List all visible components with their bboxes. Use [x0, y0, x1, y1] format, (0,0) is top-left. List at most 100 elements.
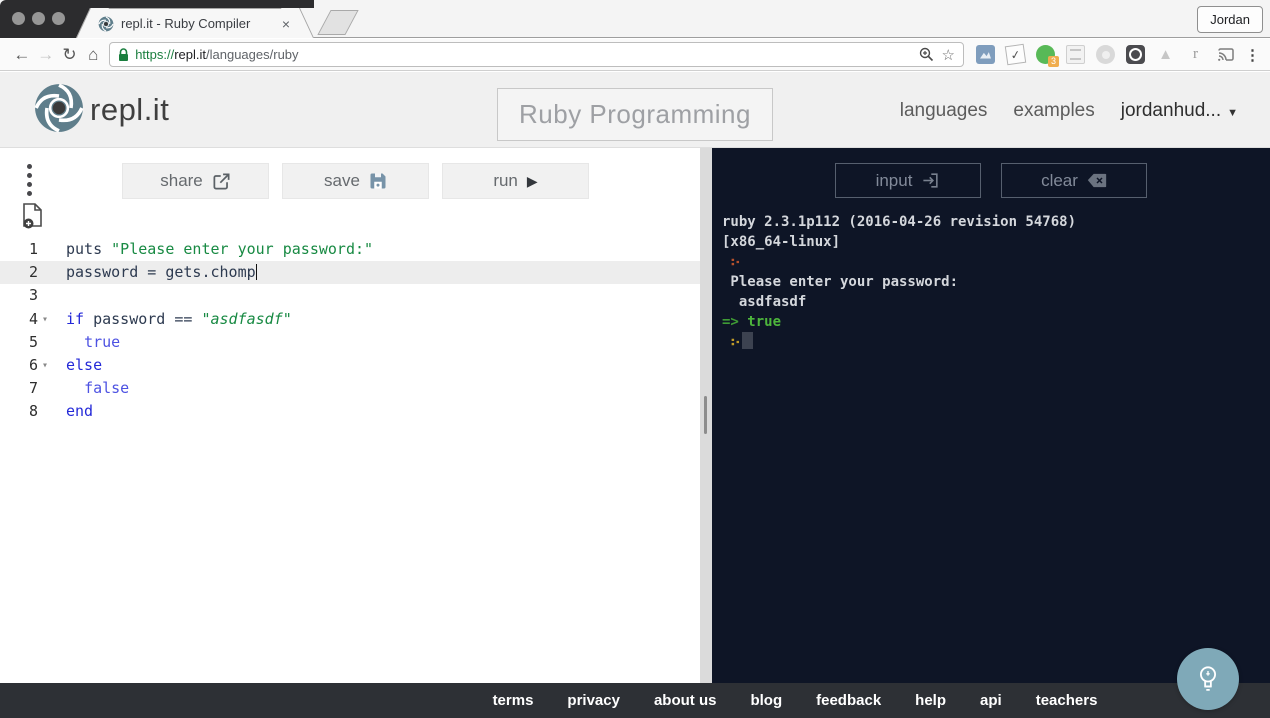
save-icon	[370, 173, 386, 189]
footer-link-about-us[interactable]: about us	[654, 692, 717, 709]
code-text: false	[84, 379, 130, 398]
nav-user-label: jordanhud...	[1120, 100, 1222, 121]
code-line[interactable]: 2 password = gets.chomp	[0, 261, 700, 285]
run-button[interactable]: run ▶	[442, 163, 589, 199]
input-button-label: input	[875, 170, 913, 190]
footer-link-privacy[interactable]: privacy	[567, 692, 620, 709]
footer-link-api[interactable]: api	[980, 692, 1002, 709]
gutter-spacer	[38, 400, 52, 423]
replit-logo-icon[interactable]	[33, 82, 85, 134]
code-editor[interactable]: 1 puts "Please enter your password:" 2 pass…	[0, 238, 700, 424]
browser-tab-strip: repl.it - Ruby Compiler × Jordan	[0, 0, 1270, 38]
code-line[interactable]: 6 ▾ else	[0, 354, 700, 377]
browser-profile-button[interactable]: Jordan	[1197, 6, 1263, 33]
site-nav: languages examples jordanhud... ▼	[900, 100, 1238, 122]
clear-button-label: clear	[1041, 170, 1078, 190]
fold-arrow-icon[interactable]: ▾	[38, 354, 52, 377]
replit-favicon-icon	[98, 15, 114, 32]
check-extension-icon[interactable]: ✓	[1004, 43, 1027, 66]
url-domain: repl.it	[174, 47, 207, 62]
console-pane: input clear ruby 2.3.1p112 (2016-04-26 r…	[712, 148, 1270, 683]
zoom-page-icon[interactable]	[919, 47, 934, 62]
footer-link-feedback[interactable]: feedback	[816, 692, 881, 709]
play-icon: ▶	[526, 172, 538, 189]
gutter-spacer	[38, 377, 52, 400]
console-line: ruby 2.3.1p112 (2016-04-26 revision 5476…	[722, 214, 1077, 230]
editor-buttons: share save run ▶	[122, 163, 589, 199]
code-line[interactable]: 4 ▾ if password == "asdfasdf"	[0, 308, 700, 331]
tab-title: repl.it - Ruby Compiler	[121, 16, 251, 31]
console-line[interactable]: ∴	[722, 332, 1270, 352]
gutter-spacer	[38, 284, 52, 307]
nav-languages[interactable]: languages	[900, 100, 988, 122]
editor-menu-icon[interactable]	[27, 164, 32, 196]
gutter-spacer	[38, 238, 52, 261]
line-number: 4	[28, 309, 38, 328]
console-output: ruby 2.3.1p112 (2016-04-26 revision 5476…	[712, 212, 1270, 352]
address-bar[interactable]: https://repl.it/languages/ruby ☆	[109, 42, 964, 67]
nav-examples[interactable]: examples	[1013, 100, 1094, 122]
new-tab-button[interactable]	[317, 10, 359, 35]
forward-icon: →	[37, 44, 55, 64]
extension-badge: 3	[1047, 56, 1059, 67]
save-button[interactable]: save	[282, 163, 429, 199]
code-text: else	[66, 355, 103, 374]
browser-menu-icon[interactable]: ⋮	[1245, 46, 1260, 64]
editor-scrollbar-handle[interactable]	[704, 396, 707, 434]
window-zoom-button[interactable]	[52, 12, 65, 25]
browser-tab[interactable]: repl.it - Ruby Compiler ×	[92, 8, 298, 38]
new-file-icon[interactable]	[22, 203, 44, 234]
share-button[interactable]: share	[122, 163, 269, 199]
refresh-icon[interactable]: ↻	[58, 45, 82, 65]
console-buttons: input clear	[712, 163, 1270, 198]
save-button-label: save	[324, 171, 360, 190]
home-icon[interactable]: ⌂	[81, 45, 105, 65]
url-path: /languages/ruby	[206, 47, 299, 62]
code-text: puts "Please enter your password:"	[66, 240, 374, 258]
input-button[interactable]: input	[835, 163, 981, 198]
footer-link-blog[interactable]: blog	[750, 692, 782, 709]
nav-user-menu[interactable]: jordanhud... ▼	[1121, 100, 1238, 122]
console-line: ∴	[722, 252, 1270, 272]
url-scheme: https://	[135, 47, 175, 62]
bookmark-star-icon[interactable]: ☆	[942, 46, 955, 64]
editor-pane: share save run ▶ 1 puts "Please enter you…	[0, 148, 700, 683]
footer-link-terms[interactable]: terms	[493, 692, 534, 709]
window-minimize-button[interactable]	[32, 12, 45, 25]
url-text: https://repl.it/languages/ruby	[135, 47, 298, 62]
code-line[interactable]: 5 true	[0, 331, 700, 354]
notes-extension-icon[interactable]	[1066, 45, 1085, 64]
code-line[interactable]: 1 puts "Please enter your password:"	[0, 238, 700, 261]
clear-button[interactable]: clear	[1001, 163, 1147, 198]
share-button-label: share	[160, 171, 203, 190]
browser-toolbar: ← → ↻ ⌂ https://repl.it/languages/ruby ☆…	[0, 39, 1270, 71]
text-cursor	[255, 264, 258, 281]
tab-close-icon[interactable]: ×	[278, 16, 294, 32]
code-line[interactable]: 8 end	[0, 400, 700, 423]
code-line[interactable]: 3	[0, 284, 700, 307]
window-close-button[interactable]	[12, 12, 25, 25]
code-line[interactable]: 7 false	[0, 377, 700, 400]
feedback-lightbulb-button[interactable]	[1177, 648, 1239, 710]
cast-icon[interactable]	[1216, 45, 1235, 64]
back-icon[interactable]: ←	[10, 45, 34, 65]
footer-link-teachers[interactable]: teachers	[1036, 692, 1098, 709]
green-badge-extension-icon[interactable]: 3	[1036, 45, 1059, 67]
drive-extension-icon[interactable]: ▲	[1156, 45, 1175, 64]
editor-scrollbar-track[interactable]	[700, 148, 712, 683]
logo-text[interactable]: repl.it	[90, 92, 169, 128]
secure-lock-icon	[119, 47, 129, 61]
code-rows: 1 puts "Please enter your password:" 2 pass…	[0, 238, 700, 424]
fold-arrow-icon[interactable]: ▾	[38, 308, 52, 331]
photos-extension-icon[interactable]	[976, 45, 995, 64]
dark-app-extension-icon[interactable]	[1126, 45, 1145, 64]
run-button-label: run	[493, 171, 518, 190]
browser-window: repl.it - Ruby Compiler × Jordan ← → ↻ ⌂…	[0, 0, 1270, 718]
circle-extension-icon[interactable]	[1096, 45, 1115, 64]
code-text: end	[66, 402, 94, 421]
code-text: password = gets.chomp	[66, 263, 258, 282]
line-number: 7	[28, 379, 38, 398]
console-line: => true	[722, 314, 782, 330]
r-extension-icon[interactable]: r	[1186, 45, 1205, 64]
footer-link-help[interactable]: help	[915, 692, 946, 709]
